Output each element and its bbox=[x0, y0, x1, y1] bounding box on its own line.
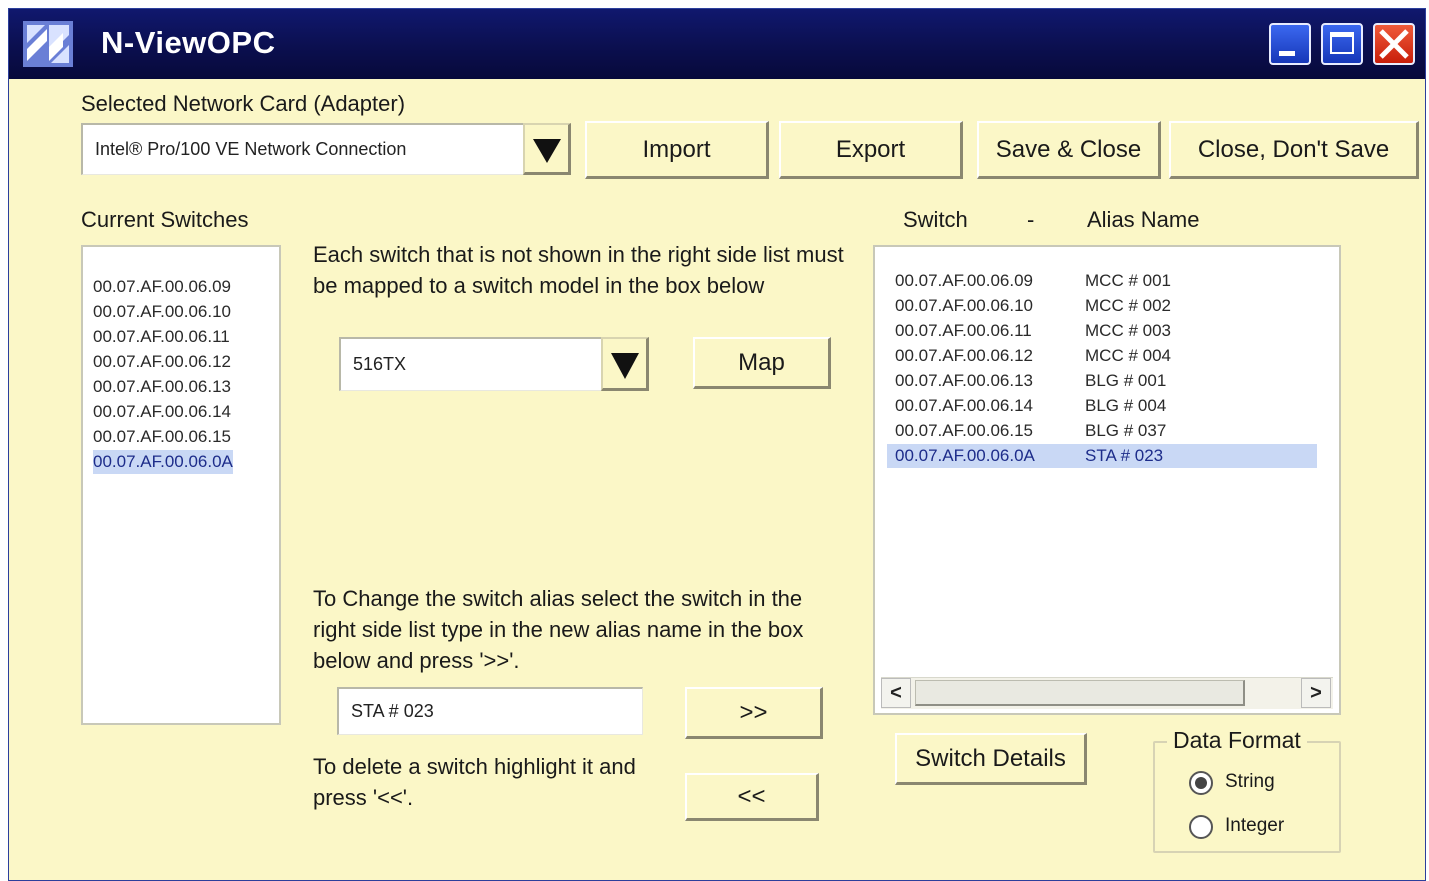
row-switch: 00.07.AF.00.06.09 bbox=[895, 271, 1034, 290]
scroll-right-button[interactable]: > bbox=[1301, 678, 1331, 708]
n-view-logo-icon bbox=[23, 21, 73, 67]
table-row[interactable]: 00.07.AF.00.06.14 BLG # 004 bbox=[895, 394, 1166, 418]
row-alias: STA # 023 bbox=[1085, 446, 1164, 465]
minimize-button[interactable] bbox=[1269, 23, 1311, 65]
title-bar[interactable]: N-ViewOPC bbox=[9, 9, 1425, 79]
table-row[interactable]: 00.07.AF.00.06.09 MCC # 001 bbox=[895, 269, 1171, 293]
app-window: N-ViewOPC Selected Network Card (Adapter… bbox=[8, 8, 1426, 881]
row-switch: 00.07.AF.00.06.14 bbox=[895, 396, 1034, 415]
row-switch: 00.07.AF.00.06.0A bbox=[895, 446, 1035, 465]
row-switch: 00.07.AF.00.06.13 bbox=[895, 371, 1034, 390]
export-button[interactable]: Export bbox=[779, 121, 963, 179]
row-alias: BLG # 037 bbox=[1085, 421, 1167, 440]
list-item[interactable]: 00.07.AF.00.06.09 bbox=[93, 275, 231, 299]
list-item[interactable]: 00.07.AF.00.06.15 bbox=[93, 425, 231, 449]
table-row[interactable]: 00.07.AF.00.06.12 MCC # 004 bbox=[895, 344, 1171, 368]
adapter-dropdown-button[interactable] bbox=[523, 123, 571, 175]
import-button[interactable]: Import bbox=[585, 121, 769, 179]
alias-list[interactable]: 00.07.AF.00.06.09 MCC # 001 00.07.AF.00.0… bbox=[873, 245, 1341, 715]
row-alias: MCC # 001 bbox=[1085, 271, 1171, 290]
maximize-icon bbox=[1330, 32, 1354, 54]
map-button[interactable]: Map bbox=[693, 337, 831, 389]
row-alias: MCC # 004 bbox=[1085, 346, 1171, 365]
chevron-left-icon: < bbox=[890, 681, 902, 704]
row-alias: BLG # 004 bbox=[1085, 396, 1167, 415]
scroll-thumb[interactable] bbox=[915, 680, 1245, 706]
alias-instructions: To Change the switch alias select the sw… bbox=[313, 586, 804, 673]
chevron-down-icon bbox=[611, 353, 639, 379]
list-item[interactable]: 00.07.AF.00.06.10 bbox=[93, 300, 231, 324]
row-switch: 00.07.AF.00.06.12 bbox=[895, 346, 1034, 365]
close-button[interactable] bbox=[1373, 23, 1415, 65]
column-header-alias: Alias Name bbox=[1087, 207, 1200, 232]
table-row[interactable]: 00.07.AF.00.06.13 BLG # 001 bbox=[895, 369, 1166, 393]
list-item[interactable]: 00.07.AF.00.06.11 bbox=[93, 325, 230, 349]
radio-string[interactable] bbox=[1189, 771, 1213, 795]
data-format-title: Data Format bbox=[1167, 727, 1307, 754]
model-select[interactable]: 516TX bbox=[339, 337, 605, 391]
row-switch: 00.07.AF.00.06.10 bbox=[895, 296, 1034, 315]
column-header-switch: Switch bbox=[903, 207, 968, 232]
delete-instructions: To delete a switch highlight it and pres… bbox=[313, 754, 636, 810]
chevron-down-icon bbox=[533, 139, 561, 163]
radio-selected-dot bbox=[1195, 777, 1207, 789]
delete-switch-button[interactable]: << bbox=[685, 773, 819, 821]
table-row-selected[interactable]: 00.07.AF.00.06.0A STA # 023 bbox=[887, 444, 1317, 468]
save-close-button[interactable]: Save & Close bbox=[977, 121, 1161, 179]
scroll-left-button[interactable]: < bbox=[881, 678, 911, 708]
list-item[interactable]: 00.07.AF.00.06.12 bbox=[93, 350, 231, 374]
row-switch: 00.07.AF.00.06.15 bbox=[895, 421, 1034, 440]
horizontal-scrollbar[interactable]: < > bbox=[881, 677, 1333, 709]
radio-integer-label[interactable]: Integer bbox=[1225, 815, 1284, 837]
alias-value: STA # 023 bbox=[351, 701, 434, 721]
switch-details-button[interactable]: Switch Details bbox=[895, 733, 1087, 785]
table-row[interactable]: 00.07.AF.00.06.11 MCC # 003 bbox=[895, 319, 1171, 343]
model-dropdown-button[interactable] bbox=[601, 337, 649, 391]
maximize-button[interactable] bbox=[1321, 23, 1363, 65]
chevron-right-icon: > bbox=[1310, 681, 1322, 704]
set-alias-button[interactable]: >> bbox=[685, 687, 823, 739]
list-item-selected[interactable]: 00.07.AF.00.06.0A bbox=[93, 450, 233, 474]
radio-string-label[interactable]: String bbox=[1225, 771, 1275, 793]
adapter-value: Intel® Pro/100 VE Network Connection bbox=[95, 139, 407, 159]
minimize-icon bbox=[1279, 51, 1295, 56]
radio-integer[interactable] bbox=[1189, 815, 1213, 839]
row-alias: MCC # 003 bbox=[1085, 321, 1171, 340]
list-item[interactable]: 00.07.AF.00.06.13 bbox=[93, 375, 231, 399]
current-switches-list[interactable]: 00.07.AF.00.06.09 00.07.AF.00.06.10 00.0… bbox=[81, 245, 281, 725]
close-nosave-button[interactable]: Close, Don't Save bbox=[1169, 121, 1419, 179]
close-icon bbox=[1379, 29, 1409, 59]
table-row[interactable]: 00.07.AF.00.06.15 BLG # 037 bbox=[895, 419, 1166, 443]
current-switches-label: Current Switches bbox=[81, 207, 249, 232]
adapter-select[interactable]: Intel® Pro/100 VE Network Connection bbox=[81, 123, 525, 175]
row-alias: BLG # 001 bbox=[1085, 371, 1167, 390]
column-header-separator: - bbox=[1027, 207, 1035, 232]
alias-input[interactable]: STA # 023 bbox=[337, 687, 643, 735]
table-row[interactable]: 00.07.AF.00.06.10 MCC # 002 bbox=[895, 294, 1171, 318]
list-item[interactable]: 00.07.AF.00.06.14 bbox=[93, 400, 231, 424]
mapping-instructions: Each switch that is not shown in the rig… bbox=[313, 242, 844, 298]
window-title: N-ViewOPC bbox=[101, 25, 276, 60]
model-value: 516TX bbox=[353, 354, 407, 374]
row-switch: 00.07.AF.00.06.11 bbox=[895, 321, 1032, 340]
row-alias: MCC # 002 bbox=[1085, 296, 1171, 315]
adapter-label: Selected Network Card (Adapter) bbox=[81, 91, 406, 116]
